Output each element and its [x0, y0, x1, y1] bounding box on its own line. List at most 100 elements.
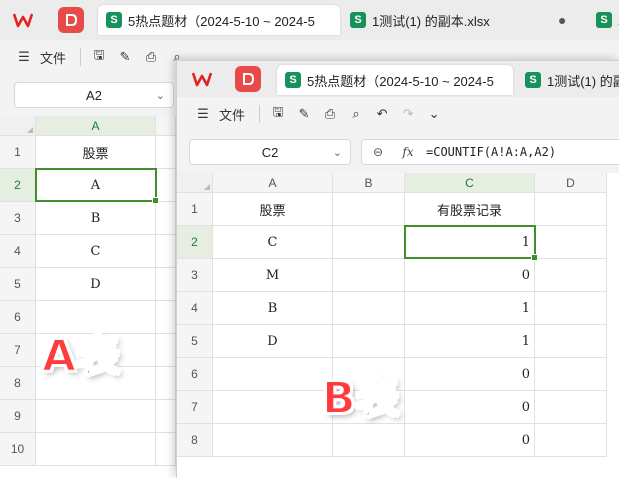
tab-2[interactable]: S 2	[588, 5, 619, 35]
format-painter-icon[interactable]: ✎	[294, 102, 314, 126]
cell-b2[interactable]	[333, 226, 405, 259]
tab-test-copy[interactable]: S 1测试(1) 的副	[517, 65, 619, 95]
cell-c7[interactable]: 0	[405, 391, 535, 424]
cell-b8[interactable]	[156, 367, 176, 400]
row-header[interactable]: 5	[0, 268, 36, 301]
row-header[interactable]: 10	[0, 433, 36, 466]
sheet-grid-b[interactable]: A B C D 1 股票 有股票记录 2 C 1 3 M 0 4 B 1 5 D 1 6 0 7 0 8 0	[177, 173, 619, 478]
row-header[interactable]: 3	[0, 202, 36, 235]
wps-logo-icon[interactable]	[189, 66, 215, 92]
tab-dot-icon[interactable]: ●	[558, 12, 566, 28]
row-header[interactable]: 1	[0, 136, 36, 169]
wps-logo-icon[interactable]	[10, 7, 36, 33]
tab-hotspot-file[interactable]: S 5热点题材（2024-5-10 ~ 2024-5	[98, 5, 340, 35]
cell-a8[interactable]	[213, 424, 333, 457]
column-header-a[interactable]: A	[213, 173, 333, 193]
cell-b3[interactable]	[333, 259, 405, 292]
cell-a2[interactable]: A	[36, 169, 156, 202]
cell-a9[interactable]	[36, 400, 156, 433]
row-header[interactable]: 2	[177, 226, 213, 259]
row-header[interactable]: 4	[0, 235, 36, 268]
menu-icon[interactable]: ☰	[14, 45, 34, 69]
cell-d6[interactable]	[535, 358, 607, 391]
cell-b5[interactable]	[156, 268, 176, 301]
tab-hotspot-file[interactable]: S 5热点题材（2024-5-10 ~ 2024-5	[277, 65, 513, 95]
cell-b6[interactable]	[156, 301, 176, 334]
cell-a1[interactable]: 股票	[213, 193, 333, 226]
cell-d8[interactable]	[535, 424, 607, 457]
row-header[interactable]: 7	[0, 334, 36, 367]
formula-bar[interactable]: ⊖ fx =COUNTIF(A!A:A,A2)	[361, 139, 619, 165]
select-all-corner[interactable]	[0, 116, 36, 136]
cell-a6[interactable]	[213, 358, 333, 391]
column-header-d[interactable]: D	[535, 173, 607, 193]
undo-icon[interactable]: ↶	[372, 102, 392, 126]
chevron-down-icon[interactable]: ⌄	[333, 146, 342, 159]
menu-icon[interactable]: ☰	[193, 102, 213, 126]
cell-a4[interactable]: C	[36, 235, 156, 268]
cell-b9[interactable]	[156, 400, 176, 433]
cell-c1[interactable]: 有股票记录	[405, 193, 535, 226]
cell-d5[interactable]	[535, 325, 607, 358]
cell-c5[interactable]: 1	[405, 325, 535, 358]
cell-a3[interactable]: B	[36, 202, 156, 235]
docer-logo-icon[interactable]	[58, 7, 84, 33]
formula-input[interactable]: =COUNTIF(A!A:A,A2)	[422, 145, 556, 159]
cell-a1[interactable]: 股票	[36, 136, 156, 169]
file-menu[interactable]: 文件	[219, 102, 245, 126]
cell-b8[interactable]	[333, 424, 405, 457]
row-header[interactable]: 1	[177, 193, 213, 226]
cell-c3[interactable]: 0	[405, 259, 535, 292]
sheet-grid-a[interactable]: A 1 股票 2 A 3 B 4 C 5 D 6 7 8 9 10	[0, 116, 176, 478]
cell-b3[interactable]	[156, 202, 176, 235]
cell-c8[interactable]: 0	[405, 424, 535, 457]
cell-a5[interactable]: D	[213, 325, 333, 358]
fx-icon[interactable]: fx	[394, 145, 422, 159]
format-painter-icon[interactable]: ✎	[115, 45, 135, 69]
name-box[interactable]: C2 ⌄	[189, 139, 351, 165]
row-header[interactable]: 8	[0, 367, 36, 400]
zoom-search-icon[interactable]: ⊖	[362, 145, 394, 159]
column-header-b[interactable]: B	[333, 173, 405, 193]
cell-d2[interactable]	[535, 226, 607, 259]
cell-a10[interactable]	[36, 433, 156, 466]
row-header[interactable]: 3	[177, 259, 213, 292]
print-preview-icon[interactable]: ⌕	[346, 102, 366, 126]
row-header[interactable]: 6	[0, 301, 36, 334]
cell-b10[interactable]	[156, 433, 176, 466]
docer-logo-icon[interactable]	[235, 66, 261, 92]
cell-a7[interactable]	[213, 391, 333, 424]
chevron-down-icon[interactable]: ⌄	[424, 102, 444, 126]
cell-b1[interactable]	[333, 193, 405, 226]
cell-b4[interactable]	[333, 292, 405, 325]
cell-b7[interactable]	[156, 334, 176, 367]
cell-a3[interactable]: M	[213, 259, 333, 292]
cell-d1[interactable]	[535, 193, 607, 226]
redo-icon[interactable]: ↷	[398, 102, 418, 126]
column-header-c[interactable]: C	[405, 173, 535, 193]
column-header-next[interactable]	[156, 116, 176, 136]
row-header[interactable]: 7	[177, 391, 213, 424]
chevron-down-icon[interactable]: ⌄	[156, 89, 165, 102]
row-header[interactable]: 8	[177, 424, 213, 457]
cell-a2[interactable]: C	[213, 226, 333, 259]
column-header-a[interactable]: A	[36, 116, 156, 136]
cell-b4[interactable]	[156, 235, 176, 268]
row-header[interactable]: 5	[177, 325, 213, 358]
print-icon[interactable]: ⎙	[320, 102, 340, 126]
cell-a4[interactable]: B	[213, 292, 333, 325]
tab-test-copy[interactable]: S 1测试(1) 的副本.xlsx ●	[342, 5, 582, 35]
save-icon[interactable]: 🖫	[89, 45, 109, 69]
row-header[interactable]: 4	[177, 292, 213, 325]
row-header[interactable]: 9	[0, 400, 36, 433]
cell-c2[interactable]: 1	[405, 226, 535, 259]
cell-c6[interactable]: 0	[405, 358, 535, 391]
print-icon[interactable]: ⎙	[141, 45, 161, 69]
cell-d3[interactable]	[535, 259, 607, 292]
row-header[interactable]: 6	[177, 358, 213, 391]
file-menu[interactable]: 文件	[40, 45, 66, 69]
cell-a5[interactable]: D	[36, 268, 156, 301]
name-box[interactable]: A2 ⌄	[14, 82, 174, 108]
row-header[interactable]: 2	[0, 169, 36, 202]
select-all-corner[interactable]	[177, 173, 213, 193]
